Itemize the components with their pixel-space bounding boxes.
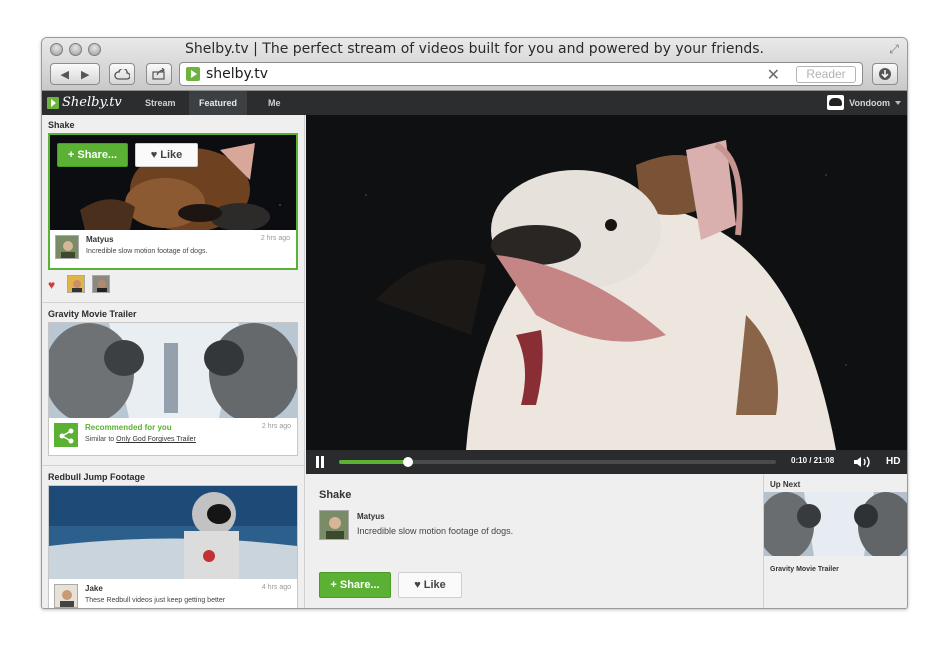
heart-icon: ♥ xyxy=(150,149,161,161)
app-header: Shelby.tv Stream Featured Me Vondoom xyxy=(42,91,907,115)
chevron-down-icon xyxy=(895,100,901,105)
progress-fill xyxy=(339,460,408,464)
shelby-favicon-icon xyxy=(186,67,200,81)
feed-column: Shake + Share... ♥ Like Matyus Incredibl… xyxy=(42,115,305,608)
post-time: 2 hrs ago xyxy=(261,423,291,430)
shelby-logo[interactable]: Shelby.tv xyxy=(47,95,122,110)
now-playing-panel: Shake Matyus Incredible slow motion foot… xyxy=(306,474,763,608)
heart-icon: ♥ xyxy=(414,579,424,591)
avatar[interactable] xyxy=(55,235,79,259)
like-label: Like xyxy=(160,149,183,161)
author-name[interactable]: Matyus xyxy=(357,512,385,521)
card-meta: Recommended for you Similar to Only God … xyxy=(49,418,297,454)
like-label: Like xyxy=(423,579,446,591)
user-menu[interactable]: Vondoom xyxy=(827,95,901,110)
share-button[interactable] xyxy=(146,63,172,85)
progress-handle[interactable] xyxy=(402,457,413,467)
heart-icon: ♥ xyxy=(48,278,56,292)
time-display: 0:10 / 21:08 xyxy=(791,456,835,465)
logo-text: Shelby.tv xyxy=(62,95,122,110)
feed-item-title: Shake xyxy=(48,120,75,130)
card-meta: Jake These Redbull videos just keep gett… xyxy=(49,579,297,608)
downloads-button[interactable] xyxy=(872,63,898,85)
feed-card-shake[interactable]: + Share... ♥ Like Matyus Incredible slow… xyxy=(48,133,298,270)
share-button[interactable]: + Share... xyxy=(319,572,391,598)
up-next-thumbnail[interactable] xyxy=(764,492,907,556)
video-thumbnail[interactable]: + Share... ♥ Like xyxy=(50,135,296,230)
similar-to-label: Similar to xyxy=(85,436,115,443)
avatar[interactable] xyxy=(319,510,349,540)
recommendation-label: Recommended for you xyxy=(85,423,172,432)
download-icon xyxy=(879,68,891,80)
author-name[interactable]: Jake xyxy=(85,584,103,593)
similar-video-link[interactable]: Only God Forgives Trailer xyxy=(116,436,196,443)
recommended-share-icon xyxy=(54,423,78,447)
player-controls: 0:10 / 21:08 HD xyxy=(306,450,907,474)
play-logo-icon xyxy=(47,96,59,109)
window-title: Shelby.tv | The perfect stream of videos… xyxy=(185,41,764,57)
liker-avatar[interactable] xyxy=(92,275,110,293)
fullscreen-icon[interactable]: ⤢ xyxy=(887,42,901,56)
gravity-thumbnail-image xyxy=(764,492,907,556)
liker-avatar[interactable] xyxy=(67,275,85,293)
back-forward-buttons[interactable]: ◀ ▶ xyxy=(50,63,100,85)
clear-url-icon[interactable]: ✕ xyxy=(767,65,780,85)
avatar[interactable] xyxy=(54,584,78,608)
redbull-thumbnail-image xyxy=(49,486,297,579)
video-frame-dog xyxy=(306,115,907,450)
tab-stream[interactable]: Stream xyxy=(135,91,186,115)
up-next-label: Up Next xyxy=(770,480,801,489)
share-button[interactable]: + Share... xyxy=(57,143,128,167)
chevron-right-icon[interactable]: ▶ xyxy=(81,68,89,81)
card-meta: Matyus Incredible slow motion footage of… xyxy=(50,230,296,266)
video-player[interactable] xyxy=(306,115,907,450)
post-description: Incredible slow motion footage of dogs. xyxy=(86,248,208,255)
share-label: Share... xyxy=(77,149,118,161)
post-description: These Redbull videos just keep getting b… xyxy=(85,597,226,604)
address-bar[interactable]: shelby.tv ✕ Reader xyxy=(179,62,863,86)
like-button[interactable]: ♥ Like xyxy=(135,143,198,167)
volume-icon[interactable] xyxy=(853,456,875,468)
avatar xyxy=(827,95,845,110)
divider xyxy=(42,302,304,303)
chevron-left-icon[interactable]: ◀ xyxy=(61,68,69,81)
plus-icon: + xyxy=(330,579,340,591)
author-name[interactable]: Matyus xyxy=(86,235,114,244)
url-text[interactable]: shelby.tv xyxy=(206,66,268,82)
post-time: 4 hrs ago xyxy=(261,584,291,591)
post-description: Similar to Only God Forgives Trailer xyxy=(85,436,196,443)
video-thumbnail[interactable] xyxy=(49,323,297,418)
divider xyxy=(42,465,304,466)
cloud-icon xyxy=(114,68,130,80)
up-next-panel[interactable]: Up Next Gravity Movie Trailer xyxy=(763,474,907,608)
share-icon xyxy=(152,68,165,80)
username: Vondoom xyxy=(849,97,890,108)
progress-bar[interactable] xyxy=(339,457,776,467)
hd-toggle[interactable]: HD xyxy=(886,456,900,467)
feed-item-title: Redbull Jump Footage xyxy=(48,472,146,482)
plus-icon: + xyxy=(67,149,78,161)
browser-window: Shelby.tv | The perfect stream of videos… xyxy=(41,37,908,609)
feed-card-redbull[interactable]: Jake These Redbull videos just keep gett… xyxy=(48,485,298,608)
like-button[interactable]: ♥ Like xyxy=(398,572,462,598)
video-description: Incredible slow motion footage of dogs. xyxy=(357,526,514,536)
gravity-thumbnail-image xyxy=(49,323,297,418)
icloud-tabs-button[interactable] xyxy=(109,63,135,85)
tab-featured[interactable]: Featured xyxy=(189,91,248,115)
feed-item-title: Gravity Movie Trailer xyxy=(48,309,137,319)
browser-toolbar: Shelby.tv | The perfect stream of videos… xyxy=(42,38,907,91)
pause-icon[interactable] xyxy=(315,456,325,468)
tab-me[interactable]: Me xyxy=(258,91,291,115)
feed-card-gravity[interactable]: Recommended for you Similar to Only God … xyxy=(48,322,298,456)
post-time: 2 hrs ago xyxy=(260,235,290,242)
up-next-title[interactable]: Gravity Movie Trailer xyxy=(770,566,839,573)
video-title: Shake xyxy=(319,489,352,501)
video-thumbnail[interactable] xyxy=(49,486,297,579)
reader-button[interactable]: Reader xyxy=(796,66,856,83)
share-label: Share... xyxy=(339,579,380,591)
